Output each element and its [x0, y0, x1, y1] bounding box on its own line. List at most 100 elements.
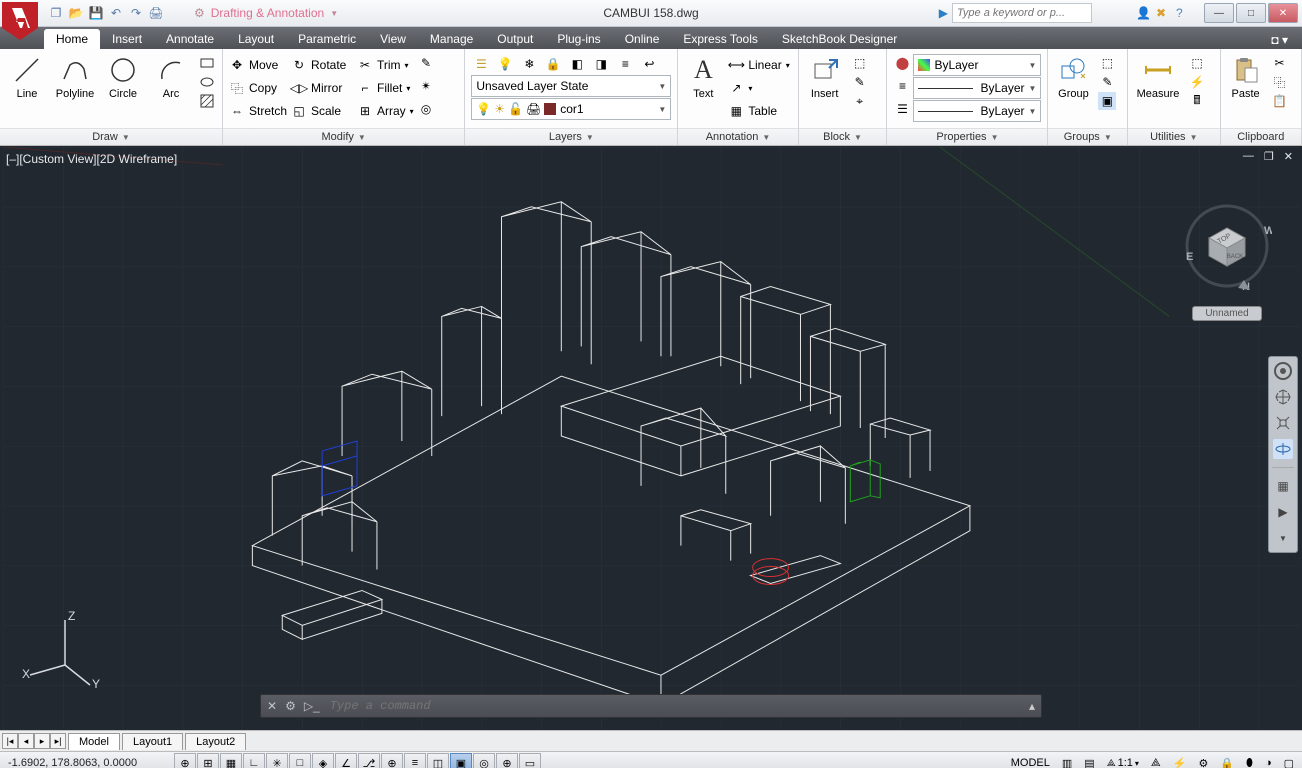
mirror-button[interactable]: ◁▷Mirror — [291, 77, 355, 99]
edit-block-icon[interactable]: ✎ — [851, 73, 869, 91]
panel-utilities-label[interactable]: Utilities — [1150, 131, 1185, 143]
command-input[interactable] — [328, 698, 1021, 714]
tab-expresstools[interactable]: Express Tools — [671, 29, 769, 49]
qat-redo-icon[interactable]: ↷ — [128, 5, 144, 21]
selection-cycling-icon[interactable]: ◎ — [473, 753, 495, 768]
zoom-extents-icon[interactable] — [1273, 413, 1293, 433]
group-bbox-icon[interactable]: ▣ — [1098, 92, 1116, 110]
tab-online[interactable]: Online — [613, 29, 672, 49]
pan-icon[interactable] — [1273, 387, 1293, 407]
doc-minimize-icon[interactable]: — — [1240, 150, 1257, 163]
layer-freeze-icon[interactable]: ❄ — [519, 54, 539, 74]
quickview-layouts-icon[interactable]: ▥ — [1058, 757, 1076, 768]
ortho-mode-icon[interactable]: ∟ — [243, 753, 265, 768]
cmd-close-icon[interactable]: ✕ — [267, 699, 277, 713]
minimize-button[interactable]: — — [1204, 3, 1234, 23]
quick-properties-icon[interactable]: ▣ — [450, 753, 472, 768]
drawing-canvas[interactable] — [1, 147, 1301, 729]
ungroup-icon[interactable]: ⬚ — [1098, 54, 1116, 72]
layer-state-combo[interactable]: Unsaved Layer State▼ — [471, 75, 671, 97]
layer-iso-icon[interactable]: ◧ — [567, 54, 587, 74]
array-button[interactable]: ⊞Array▾ — [357, 100, 415, 122]
orbit-icon[interactable] — [1273, 439, 1293, 459]
ellipse-icon[interactable] — [198, 73, 216, 91]
nav-options-icon[interactable]: ▼ — [1273, 528, 1293, 548]
layer-prev-icon[interactable]: ↩ — [639, 54, 659, 74]
qat-undo-icon[interactable]: ↶ — [108, 5, 124, 21]
stretch-button[interactable]: ⇔Stretch — [229, 100, 289, 122]
tab-model[interactable]: Model — [68, 733, 120, 750]
snap-mode-icon[interactable]: ⊞ — [197, 753, 219, 768]
quickview-drawings-icon[interactable]: ▤ — [1080, 757, 1098, 768]
transparency-icon[interactable]: ◫ — [427, 753, 449, 768]
edit-attr-icon[interactable]: ⌖ — [851, 92, 869, 110]
rectangle-icon[interactable] — [198, 54, 216, 72]
select-all-icon[interactable]: ⬚ — [1188, 54, 1206, 72]
tab-manage[interactable]: Manage — [418, 29, 485, 49]
panel-layers-label[interactable]: Layers — [549, 131, 582, 143]
tab-nav-first-icon[interactable]: |◂ — [2, 733, 18, 749]
hatch-icon[interactable] — [198, 92, 216, 110]
help-icon[interactable]: ? — [1176, 6, 1190, 20]
annotation-monitor-icon[interactable]: ⊕ — [496, 753, 518, 768]
qat-save-icon[interactable]: 💾 — [88, 5, 104, 21]
move-button[interactable]: ✥Move — [229, 54, 289, 76]
autoscale-icon[interactable]: ⚡ — [1169, 757, 1191, 768]
qat-open-icon[interactable]: 📂 — [68, 5, 84, 21]
prop-palette-icon[interactable]: ☰ — [893, 100, 911, 118]
panel-block-label[interactable]: Block — [823, 131, 850, 143]
scale-button[interactable]: ◱Scale — [291, 100, 355, 122]
line-button[interactable]: Line — [6, 52, 48, 100]
polar-tracking-icon[interactable]: ✳ — [266, 753, 288, 768]
rotate-button[interactable]: ↻Rotate — [291, 54, 355, 76]
panel-properties-label[interactable]: Properties — [936, 131, 986, 143]
model-paper-icon[interactable]: ▭ — [519, 753, 541, 768]
qat-print-icon[interactable]: 🖨 — [148, 5, 164, 21]
list-icon[interactable]: ≡ — [893, 77, 911, 95]
layer-combo[interactable]: 💡☀🔓🖨 cor1▼ — [471, 98, 671, 120]
showmotion-icon[interactable]: ▦ — [1273, 476, 1293, 496]
erase-icon[interactable]: ✎ — [417, 54, 435, 72]
group-edit-icon[interactable]: ✎ — [1098, 73, 1116, 91]
layer-match-icon[interactable]: ≡ — [615, 54, 635, 74]
3d-osnap-icon[interactable]: ◈ — [312, 753, 334, 768]
panel-draw-label[interactable]: Draw — [92, 131, 118, 143]
color-combo[interactable]: ByLayer▼ — [913, 54, 1041, 76]
ribbon-options-icon[interactable]: ◘ ▾ — [1265, 31, 1294, 49]
view-cube[interactable]: TOP BACK W E N Unnamed — [1182, 196, 1272, 296]
layer-uniso-icon[interactable]: ◨ — [591, 54, 611, 74]
doc-close-icon[interactable]: ✕ — [1281, 150, 1296, 163]
tab-sketchbook[interactable]: SketchBook Designer — [770, 29, 909, 49]
tab-layout[interactable]: Layout — [226, 29, 286, 49]
dyn-input-icon[interactable]: ⊕ — [381, 753, 403, 768]
annotation-scale-button[interactable]: ⟁1:1▾ — [1103, 757, 1143, 768]
paste-button[interactable]: Paste — [1227, 52, 1265, 100]
doc-restore-icon[interactable]: ❐ — [1261, 150, 1277, 163]
toolbar-lock-icon[interactable]: 🔒 — [1216, 757, 1238, 768]
tab-nav-prev-icon[interactable]: ◂ — [18, 733, 34, 749]
ducs-icon[interactable]: ⎇ — [358, 753, 380, 768]
match-prop-icon[interactable]: ⬤ — [893, 54, 911, 72]
tab-view[interactable]: View — [368, 29, 418, 49]
close-button[interactable]: ✕ — [1268, 3, 1298, 23]
tab-annotate[interactable]: Annotate — [154, 29, 226, 49]
clean-screen-icon[interactable]: ▢ — [1280, 757, 1298, 768]
modelspace-button[interactable]: MODEL — [1007, 757, 1054, 768]
text-button[interactable]: AText — [684, 52, 722, 100]
cut-icon[interactable]: ✂ — [1271, 54, 1289, 72]
calc-icon[interactable]: 🖩 — [1188, 92, 1206, 110]
exchange-icon[interactable]: ✖ — [1156, 6, 1170, 20]
tab-plugins[interactable]: Plug-ins — [545, 29, 612, 49]
fillet-button[interactable]: ⌐Fillet▾ — [357, 77, 415, 99]
panel-modify-label[interactable]: Modify — [322, 131, 354, 143]
group-button[interactable]: Group — [1054, 52, 1092, 100]
panel-annotation-label[interactable]: Annotation — [706, 131, 759, 143]
lineweight-combo[interactable]: ByLayer▼ — [913, 77, 1041, 99]
isolate-objects-icon[interactable]: ◑ — [1261, 757, 1276, 768]
grid-display-icon[interactable]: ▦ — [220, 753, 242, 768]
app-menu-icon[interactable] — [0, 0, 40, 40]
workspace-selector[interactable]: ⚙Drafting & Annotation▼ — [194, 6, 338, 20]
table-button[interactable]: ▦Table — [728, 100, 789, 122]
offset-icon[interactable]: ◎ — [417, 100, 435, 118]
workspace-switching-icon[interactable]: ⚙ — [1194, 757, 1212, 768]
